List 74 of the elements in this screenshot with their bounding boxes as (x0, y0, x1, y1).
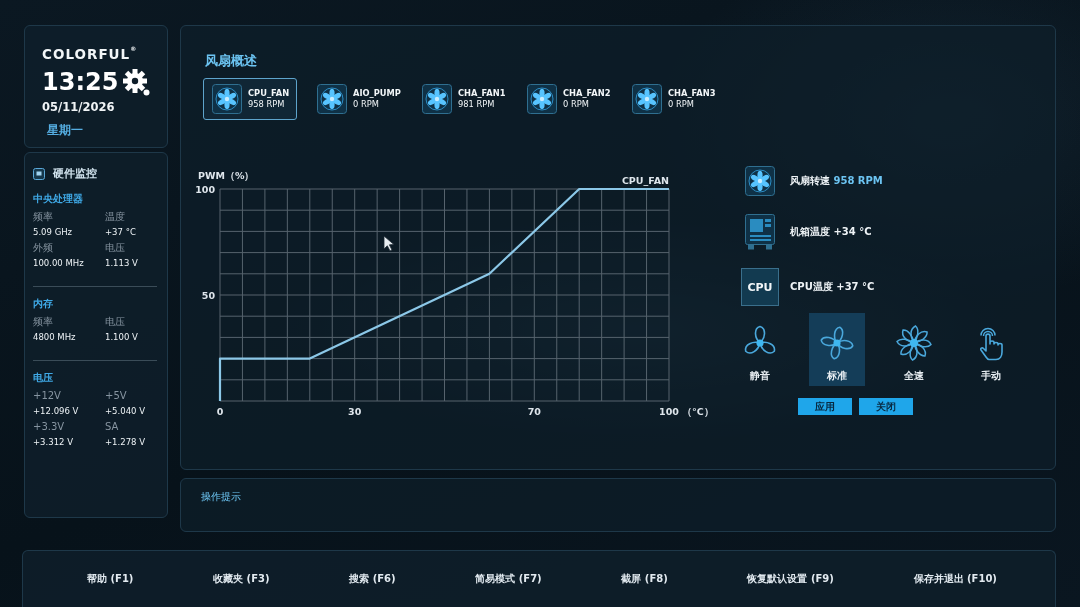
fan-icon (422, 84, 452, 114)
reading-label: +5V (105, 389, 128, 403)
reading-value: +1.278 V (105, 436, 146, 449)
eight-blade-fan-icon (894, 323, 934, 363)
fan-tab[interactable]: CHA_FAN3 0 RPM (623, 78, 717, 120)
reading-label: +12V (33, 389, 62, 403)
reading-text: 机箱温度 +34 °C (790, 225, 872, 239)
fan-icon (527, 84, 557, 114)
tick-label: 0 (216, 406, 224, 417)
function-key-button[interactable]: 收藏夹 (F3) (207, 568, 276, 590)
gear-icon[interactable] (122, 68, 151, 96)
reading-value: +5.040 V (105, 405, 146, 418)
reading-label: 电压 (105, 315, 126, 329)
reading-value: 1.113 V (105, 257, 139, 270)
reading-value: +37 °C (105, 226, 137, 239)
reading-label: 频率 (33, 210, 54, 224)
fan-icon (745, 166, 775, 196)
reading-label: 频率 (33, 315, 54, 329)
fan-icon (212, 84, 242, 114)
monitor-icon (33, 168, 45, 180)
reading-value: 5.09 GHz (33, 226, 74, 239)
reading-label: 外频 (33, 241, 54, 255)
section-title: 硬件监控 (53, 166, 97, 182)
reading-value: 100.00 MHz (33, 257, 85, 270)
reading-text: 风扇转速 958 RPM (790, 174, 883, 188)
tick-label: 30 (348, 406, 362, 417)
function-key-button[interactable]: 搜索 (F6) (343, 568, 402, 590)
fan-curve-chart[interactable]: PWM（%） 50 100 0 30 70 100 （°C） CPU_FAN (190, 167, 715, 419)
function-key-button[interactable]: 帮助 (F1) (81, 568, 140, 590)
fan-mode-button[interactable]: 手动 (963, 313, 1019, 386)
reading-label: +3.3V (33, 420, 66, 434)
tick-label: 50 (201, 290, 215, 301)
fan-icon (317, 84, 347, 114)
reading-label: SA (105, 420, 120, 434)
fan-curve-line[interactable] (218, 187, 669, 401)
group-title: 内存 (33, 297, 54, 311)
fan-mode-button[interactable]: 全速 (886, 313, 942, 386)
group-title: 电压 (33, 371, 54, 385)
series-label: CPU_FAN (621, 175, 669, 186)
function-key-button[interactable]: 保存并退出 (F10) (907, 568, 1003, 590)
fan-tab[interactable]: CHA_FAN1 981 RPM (413, 78, 507, 120)
action-button[interactable]: 关闭 (859, 398, 913, 415)
reading-value: +3.312 V (33, 436, 74, 449)
date-text: 05/11/2026 (42, 99, 116, 115)
reading-label: 电压 (105, 241, 126, 255)
mouse-pointer-icon (383, 235, 395, 252)
group-title: 中央处理器 (33, 192, 84, 206)
cpu-chip-tile: CPU (741, 268, 779, 306)
function-key-button[interactable]: 恢复默认设置 (F9) (741, 568, 840, 590)
axis-title: PWM（%） (198, 170, 255, 181)
weekday-text: 星期一 (47, 122, 84, 138)
function-key-button[interactable]: 简易模式 (F7) (469, 568, 548, 590)
tick-label: 100 (659, 406, 679, 417)
tick-label: 100 (195, 184, 215, 195)
reading-text: CPU温度 +37 °C (790, 280, 875, 294)
tick-label: 70 (527, 406, 541, 417)
fan-mode-button[interactable]: 标准 (809, 313, 865, 386)
brand-name: COLORFUL$^{®}$ (42, 44, 139, 63)
reading-value: 4800 MHz (33, 331, 77, 344)
reading-value: +12.096 V (33, 405, 80, 418)
function-key-button[interactable]: 截屏 (F8) (615, 568, 674, 590)
reading-value: 1.100 V (105, 331, 139, 344)
fan-tab[interactable]: CPU_FAN 958 RPM (203, 78, 297, 120)
action-button[interactable]: 应用 (798, 398, 852, 415)
reading-label: 温度 (105, 210, 126, 224)
clock-time: 13:25 (42, 68, 119, 96)
fan-tab[interactable]: AIO_PUMP 0 RPM (308, 78, 402, 120)
motherboard-icon (745, 214, 775, 250)
axis-title: （°C） (682, 406, 714, 417)
section-title: 风扇概述 (204, 53, 258, 69)
fan-mode-button[interactable]: 静音 (732, 313, 788, 386)
fan-tab[interactable]: CHA_FAN2 0 RPM (518, 78, 612, 120)
fan-icon (632, 84, 662, 114)
tips-title: 操作提示 (201, 491, 241, 502)
